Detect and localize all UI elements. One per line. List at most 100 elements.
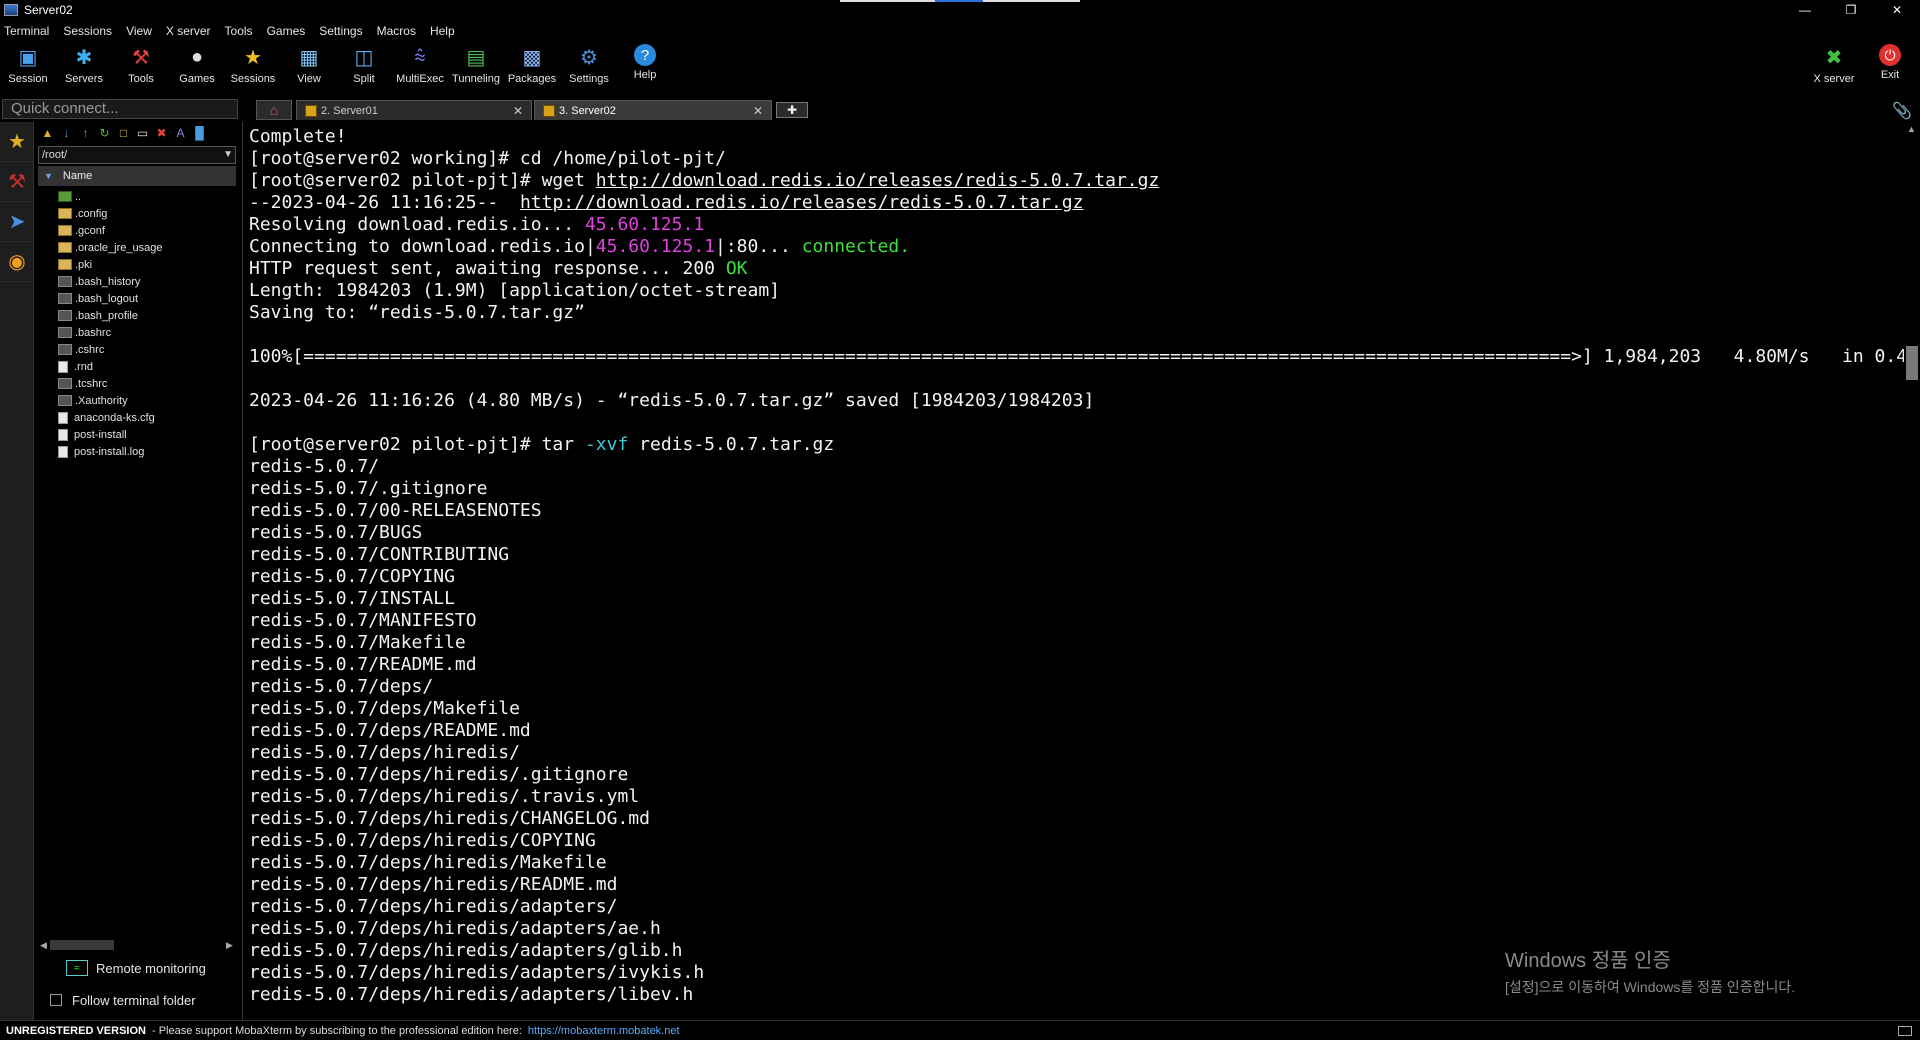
file-name: anaconda-ks.cfg	[74, 411, 155, 424]
settings-button[interactable]: ⚙ Settings	[561, 44, 617, 90]
file-name: .pki	[75, 258, 93, 271]
scroll-thumb[interactable]	[50, 940, 114, 950]
terminal-text[interactable]: http://download.redis.io/releases/redis-…	[596, 170, 1160, 191]
xserver-button[interactable]: ✖ X server	[1806, 44, 1862, 90]
properties-icon[interactable]: █	[192, 126, 207, 141]
parent-folder-icon[interactable]: ▲	[40, 126, 55, 141]
menu-view[interactable]: View	[126, 24, 152, 38]
file-list-item[interactable]: .Xauthority	[36, 392, 238, 409]
scroll-right-icon[interactable]: ▶	[226, 940, 236, 951]
exit-button[interactable]: ⏻ Exit	[1862, 44, 1918, 90]
close-icon[interactable]: ✕	[1874, 0, 1920, 20]
split-button[interactable]: ◫ Split	[336, 44, 392, 90]
name-column-header[interactable]: ▼ Name	[38, 166, 236, 186]
menu-games[interactable]: Games	[267, 24, 306, 38]
horizontal-scrollbar[interactable]: ◀ ▶	[40, 938, 236, 952]
remote-monitoring-button[interactable]: ≈ Remote monitoring	[66, 958, 206, 978]
path-field[interactable]: /root/ ▼	[38, 146, 236, 164]
window-icon[interactable]	[1898, 1025, 1912, 1036]
mobatek-link[interactable]: https://mobaxterm.mobatek.net	[528, 1025, 680, 1037]
scroll-thumb[interactable]	[1906, 346, 1918, 380]
follow-terminal-checkbox[interactable]: Follow terminal folder	[50, 990, 196, 1010]
menu-help[interactable]: Help	[430, 24, 455, 38]
file-list-item[interactable]: .bash_history	[36, 273, 238, 290]
terminal-line: redis-5.0.7/COPYING	[249, 566, 1918, 588]
help-button[interactable]: ? Help	[617, 44, 673, 90]
close-tab-icon[interactable]: ✕	[513, 104, 523, 118]
quick-connect-input[interactable]: Quick connect...	[2, 99, 238, 119]
terminal-text[interactable]: http://download.redis.io/releases/redis-…	[520, 192, 1084, 213]
close-tab-icon[interactable]: ✕	[753, 104, 763, 118]
chevron-down-icon[interactable]: ▼	[223, 147, 233, 163]
new-tab-button[interactable]: ✚	[776, 102, 808, 118]
file-list-item[interactable]: .oracle_jre_usage	[36, 239, 238, 256]
checkbox[interactable]	[50, 994, 62, 1006]
scroll-left-icon[interactable]: ◀	[40, 940, 50, 951]
file-name: .bash_profile	[75, 309, 138, 322]
file-list-item[interactable]: .bash_logout	[36, 290, 238, 307]
new-folder-icon[interactable]: □	[116, 126, 131, 141]
view-icon: ▦	[299, 46, 319, 69]
tab-server02[interactable]: 3. Server02 ✕	[534, 100, 772, 120]
minimize-icon[interactable]: —	[1782, 0, 1828, 20]
rename-icon[interactable]: A	[173, 126, 188, 141]
tab-server01[interactable]: 2. Server01 ✕	[296, 100, 532, 120]
menu-settings[interactable]: Settings	[319, 24, 362, 38]
terminal-line: Connecting to download.redis.io|45.60.12…	[249, 236, 1918, 258]
terminal-line: redis-5.0.7/README.md	[249, 654, 1918, 676]
terminal-area[interactable]: Complete! [root@server02 working]# cd /ho…	[242, 122, 1918, 1020]
menu-terminal[interactable]: Terminal	[4, 24, 49, 38]
file-list-item[interactable]: .tcshrc	[36, 375, 238, 392]
delete-icon[interactable]: ✖	[154, 126, 169, 141]
macros-side-button[interactable]: ➤	[0, 202, 34, 242]
file-list-item[interactable]: .bashrc	[36, 324, 238, 341]
file-list-item[interactable]: .pki	[36, 256, 238, 273]
terminal-scrollbar[interactable]: ▲	[1904, 122, 1920, 1020]
sessions-side-button[interactable]: ★	[0, 122, 34, 162]
file-list-item[interactable]: ..	[36, 188, 238, 205]
scroll-up-icon[interactable]: ▲	[1907, 124, 1916, 134]
session-button[interactable]: ▣ Session	[0, 44, 56, 90]
terminal-text: redis-5.0.7/.gitignore	[249, 478, 488, 499]
tunneling-button[interactable]: ▤ Tunneling	[448, 44, 504, 90]
menu-macros[interactable]: Macros	[377, 24, 416, 38]
file-list: .. .config .gconf .oracle_jre_usage .pki .bas…	[36, 188, 238, 460]
terminal-text: redis-5.0.7/deps/hiredis/Makefile	[249, 852, 607, 873]
servers-button[interactable]: ✱ Servers	[56, 44, 112, 90]
tools-button[interactable]: ⚒ Tools	[113, 44, 169, 90]
new-file-icon[interactable]: ▭	[135, 126, 150, 141]
download-icon[interactable]: ↓	[59, 126, 74, 141]
multiexec-button[interactable]: ⩯ MultiExec	[392, 44, 448, 90]
menu-sessions[interactable]: Sessions	[63, 24, 112, 38]
star-icon: ★	[244, 46, 262, 69]
terminal-line: redis-5.0.7/INSTALL	[249, 588, 1918, 610]
file-list-item[interactable]: .gconf	[36, 222, 238, 239]
file-list-item[interactable]: post-install.log	[36, 443, 238, 460]
terminal-text: 45.60.125.1	[595, 236, 715, 257]
menu-tools[interactable]: Tools	[225, 24, 253, 38]
file-list-item[interactable]: post-install	[36, 426, 238, 443]
paperclip-icon[interactable]: 📎	[1892, 101, 1912, 121]
games-button[interactable]: ● Games	[169, 44, 225, 90]
sftp-side-button[interactable]: ◉	[0, 242, 34, 282]
tools-side-button[interactable]: ⚒	[0, 162, 34, 202]
restore-icon[interactable]: ❐	[1828, 0, 1874, 20]
help-icon: ?	[634, 44, 656, 66]
view-button[interactable]: ▦ View	[281, 44, 337, 90]
menu-xserver[interactable]: X server	[166, 24, 211, 38]
file-list-item[interactable]: .bash_profile	[36, 307, 238, 324]
file-list-item[interactable]: .config	[36, 205, 238, 222]
file-list-item[interactable]: .cshrc	[36, 341, 238, 358]
home-tab[interactable]: ⌂	[256, 100, 292, 120]
terminal-text: redis-5.0.7/deps/hiredis/	[249, 742, 520, 763]
packages-button[interactable]: ▩ Packages	[504, 44, 560, 90]
file-list-item[interactable]: anaconda-ks.cfg	[36, 409, 238, 426]
sessions-button[interactable]: ★ Sessions	[225, 44, 281, 90]
upload-icon[interactable]: ↑	[78, 126, 93, 141]
refresh-icon[interactable]: ↻	[97, 126, 112, 141]
terminal-text: redis-5.0.7/INSTALL	[249, 588, 455, 609]
terminal-line: redis-5.0.7/deps/hiredis/.gitignore	[249, 764, 1918, 786]
file-list-item[interactable]: .rnd	[36, 358, 238, 375]
terminal-text: redis-5.0.7.tar.gz	[628, 434, 835, 455]
